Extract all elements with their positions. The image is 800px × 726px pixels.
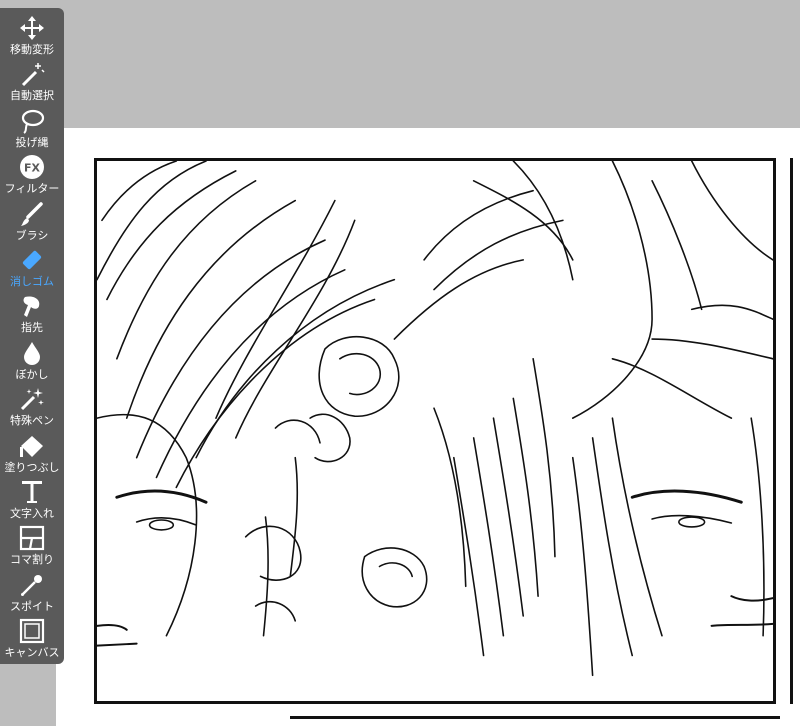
tool-filter[interactable]: FX フィルター (0, 153, 64, 199)
tool-label: キャンバス (4, 646, 60, 660)
tool-label: ぼかし (15, 367, 49, 381)
tool-label: スポイト (10, 599, 54, 613)
tool-label: 塗りつぶし (4, 460, 60, 474)
panel-divide-icon (18, 524, 46, 552)
tool-blur[interactable]: ぼかし (0, 339, 64, 385)
tool-move-transform[interactable]: 移動変形 (0, 14, 64, 60)
tool-panel-divide[interactable]: コマ割り (0, 524, 64, 570)
tool-special-pen[interactable]: 特殊ペン (0, 385, 64, 431)
text-icon (18, 478, 46, 506)
tool-fill[interactable]: 塗りつぶし (0, 432, 64, 478)
tool-label: 特殊ペン (10, 414, 54, 428)
adjacent-panel-border (790, 158, 793, 704)
move-transform-icon (18, 14, 46, 42)
tool-brush[interactable]: ブラシ (0, 200, 64, 246)
tool-label: ブラシ (15, 228, 49, 242)
tool-eyedropper[interactable]: スポイト (0, 571, 64, 617)
canvas-icon (18, 617, 46, 645)
magic-wand-icon (18, 60, 46, 88)
lasso-icon (18, 107, 46, 135)
eraser-icon (18, 246, 46, 274)
tool-label: 投げ縄 (15, 135, 49, 149)
tool-label: コマ割り (10, 553, 54, 567)
fill-bucket-icon (18, 432, 46, 460)
tool-label: 自動選択 (10, 89, 54, 103)
blur-drop-icon (18, 339, 46, 367)
tool-eraser[interactable]: 消しゴム (0, 246, 64, 292)
tool-label: 文字入れ (10, 506, 54, 520)
comic-panel-artwork[interactable] (94, 158, 776, 704)
tool-label: 消しゴム (10, 274, 54, 288)
tool-lasso[interactable]: 投げ縄 (0, 107, 64, 153)
line-art-drawing (97, 161, 773, 677)
smudge-icon (18, 292, 46, 320)
lower-panel-border (290, 716, 780, 719)
tool-smudge[interactable]: 指先 (0, 292, 64, 338)
eyedropper-icon (18, 571, 46, 599)
special-pen-icon (18, 385, 46, 413)
tool-label: 指先 (21, 321, 43, 335)
tool-sidebar: 移動変形 自動選択 投げ縄 FX フィルター ブラシ 消しゴム 指先 ぼかし 特… (0, 8, 64, 664)
tool-label: フィルター (4, 182, 60, 196)
tool-label: 移動変形 (10, 43, 54, 56)
tool-canvas[interactable]: キャンバス (0, 617, 64, 663)
brush-icon (18, 200, 46, 228)
tool-text[interactable]: 文字入れ (0, 478, 64, 524)
tool-magic-wand[interactable]: 自動選択 (0, 60, 64, 106)
fx-icon: FX (18, 153, 46, 181)
svg-text:FX: FX (24, 162, 41, 175)
